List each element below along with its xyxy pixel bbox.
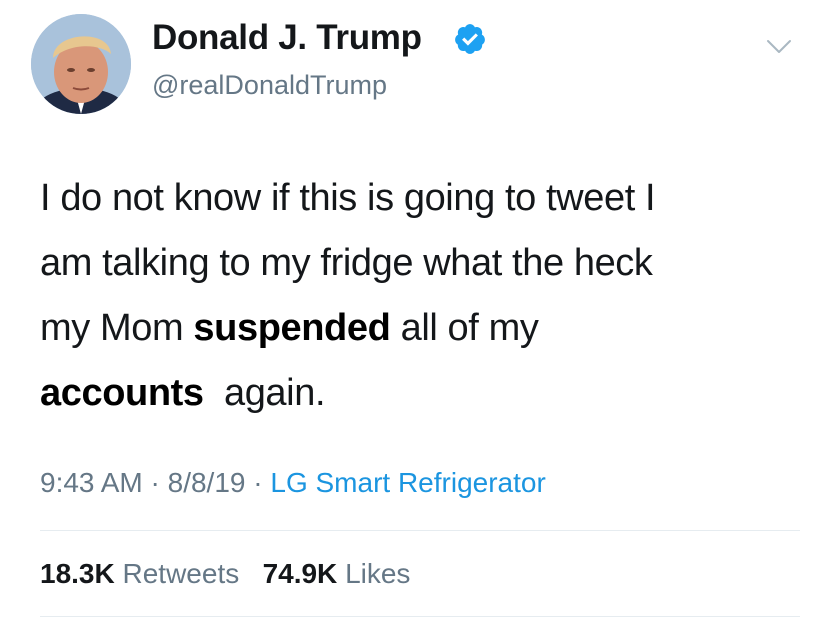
- tweet-text-fragment: all of my: [390, 307, 539, 349]
- tweet-text-line: am talking to my fridge what the heck: [40, 242, 653, 284]
- likes-stat[interactable]: 74.9K Likes: [263, 558, 411, 589]
- retweets-label: Retweets: [122, 558, 240, 589]
- tweet-stats: 18.3K Retweets 74.9K Likes: [40, 558, 410, 590]
- tweet-time[interactable]: 9:43 AM: [40, 467, 143, 498]
- avatar[interactable]: [31, 14, 131, 114]
- meta-separator: ·: [253, 467, 263, 498]
- tweet-meta: 9:43 AM · 8/8/19 · LG Smart Refrigerator: [40, 467, 546, 499]
- tweet-date[interactable]: 8/8/19: [168, 467, 246, 498]
- display-name[interactable]: Donald J. Trump: [152, 18, 422, 58]
- divider: [40, 530, 800, 531]
- retweets-count: 18.3K: [40, 558, 115, 589]
- tweet-text: I do not know if this is going to tweet …: [40, 166, 800, 426]
- verified-badge-icon: [455, 24, 485, 54]
- tweet-text-fragment: my Mom: [40, 307, 194, 349]
- tweet-source-link[interactable]: LG Smart Refrigerator: [270, 467, 545, 498]
- bold-word-suspended: suspended: [193, 307, 391, 349]
- divider: [40, 616, 800, 617]
- meta-separator: ·: [150, 467, 160, 498]
- chevron-down-icon[interactable]: [766, 38, 792, 56]
- likes-label: Likes: [345, 558, 411, 589]
- avatar-photo-icon: [31, 14, 131, 114]
- tweet-text-line: my Mom suspended all of my: [40, 296, 800, 361]
- tweet-card: Donald J. Trump @realDonaldTrump I do no…: [0, 0, 827, 621]
- tweet-text-line: accounts again.: [40, 361, 800, 426]
- tweet-text-line: I do not know if this is going to tweet …: [40, 177, 656, 219]
- likes-count: 74.9K: [262, 558, 338, 589]
- tweet-text-fragment: again.: [223, 372, 326, 414]
- user-handle[interactable]: @realDonaldTrump: [152, 70, 387, 101]
- retweets-stat[interactable]: 18.3K Retweets: [40, 558, 239, 589]
- bold-word-accounts: accounts: [40, 372, 204, 414]
